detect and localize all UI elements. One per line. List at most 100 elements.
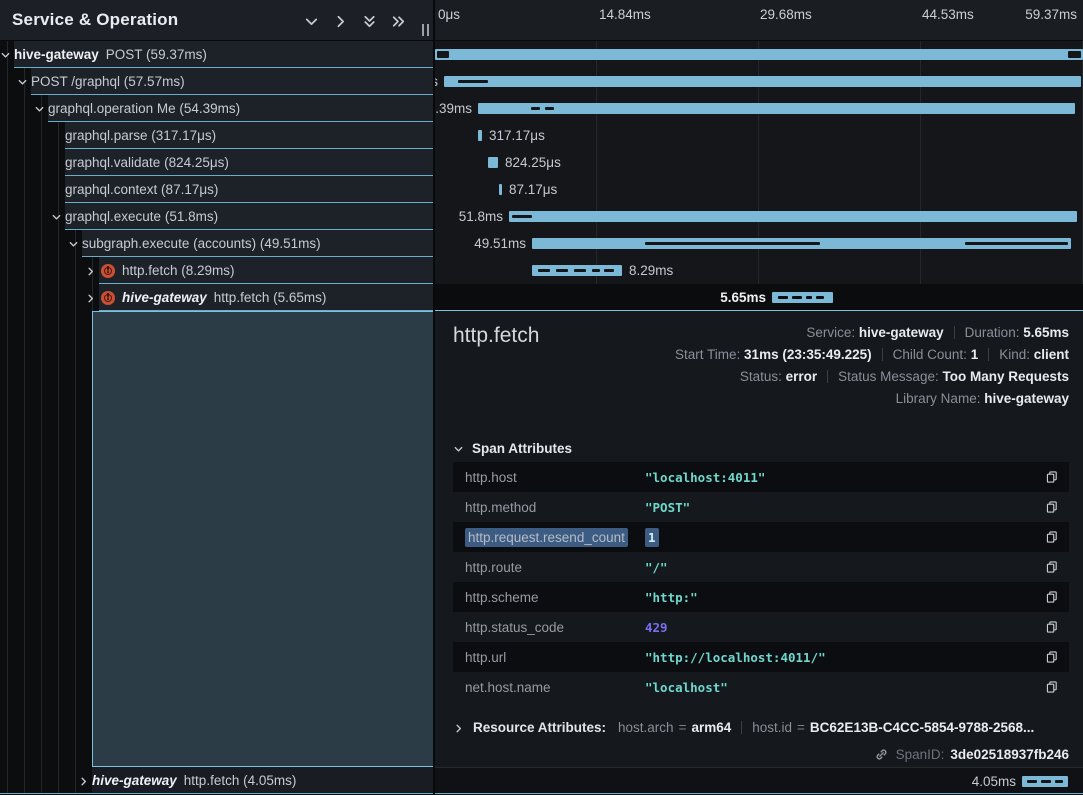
span-bar[interactable] (435, 49, 1083, 60)
bar-self-time-segment (1027, 780, 1037, 783)
span-detail-panel: http.fetch Service: hive-gatewayDuration… (435, 311, 1083, 767)
copy-icon[interactable] (1039, 676, 1065, 698)
timeline-row[interactable]: 49.51ms (435, 230, 1083, 257)
link-icon[interactable] (874, 747, 889, 762)
span-meta: Service: hive-gatewayDuration: 5.65msSta… (675, 322, 1069, 410)
tree-row-content: hive-gatewayhttp.fetch (5.65ms) (99, 284, 326, 311)
tree-row[interactable]: POST /graphql (57.57ms) (0, 68, 433, 95)
span-bar[interactable] (772, 292, 833, 303)
chevron-down-icon[interactable] (68, 238, 79, 249)
attribute-value: "/" (645, 560, 1039, 575)
span-bar[interactable] (532, 238, 1071, 249)
copy-icon[interactable] (1039, 526, 1065, 548)
bar-duration-label: 4.05ms (972, 768, 1016, 795)
chevron-right-icon[interactable] (85, 292, 96, 303)
span-bar[interactable] (532, 265, 622, 276)
timeline-row[interactable]: 5.65ms (435, 284, 1083, 311)
panel-resize-handle[interactable] (421, 24, 430, 38)
copy-icon[interactable] (1039, 646, 1065, 668)
tree-row-content: graphql.parse (317.17μs) (65, 122, 216, 149)
chevron-down-icon[interactable] (34, 103, 45, 114)
tree-row[interactable]: graphql.operation Me (54.39ms) (0, 95, 433, 122)
meta-value: 31ms (23:35:49.225) (744, 347, 872, 362)
attribute-value: "POST" (645, 500, 1039, 515)
timeline-row[interactable]: 51.8ms (435, 203, 1083, 230)
copy-icon[interactable] (1039, 586, 1065, 608)
resource-divider (741, 721, 742, 734)
selected-span-expanded-region (0, 311, 433, 767)
bar-self-time-segment (604, 269, 614, 272)
span-id-label: SpanID: (896, 747, 945, 762)
copy-icon[interactable] (1039, 616, 1065, 638)
tree-row[interactable]: graphql.validate (824.25μs) (0, 149, 433, 176)
timeline-row[interactable]: 8.29ms (435, 257, 1083, 284)
collapse-all-icon[interactable] (361, 13, 378, 30)
timeline-row[interactable]: 317.17μs (435, 122, 1083, 149)
timeline-row[interactable]: 54.39ms (435, 95, 1083, 122)
tree-indent-gutter (0, 149, 65, 176)
chevron-right-icon[interactable] (85, 265, 96, 276)
bar-duration-label: 5.65ms (720, 284, 766, 311)
chevron-down-icon[interactable] (51, 211, 62, 222)
tree-indent-gutter (0, 311, 92, 767)
span-bar[interactable] (509, 211, 1077, 222)
tree-row[interactable]: hive-gatewayPOST (59.37ms) (0, 41, 433, 68)
tree-row-bottom[interactable]: hive-gatewayhttp.fetch (4.05ms) (0, 767, 433, 794)
meta-value: client (1034, 347, 1069, 362)
span-bar[interactable] (1022, 776, 1068, 787)
attribute-key: http.url (453, 650, 645, 665)
timeline-row[interactable]: 824.25μs (435, 149, 1083, 176)
span-bar[interactable] (444, 76, 1081, 87)
copy-icon[interactable] (1039, 556, 1065, 578)
span-bar[interactable] (478, 103, 1075, 114)
bar-duration-label: 51.8ms (459, 203, 503, 230)
expand-all-icon[interactable] (390, 13, 407, 30)
tree-row[interactable]: subgraph.execute (accounts) (49.51ms) (0, 230, 433, 257)
attribute-value: "http:" (645, 590, 1039, 605)
span-operation-label: subgraph.execute (accounts) (49.51ms) (82, 236, 321, 251)
tree-header: Service & Operation (0, 0, 433, 41)
attribute-row: http.request.resend_count1 (453, 522, 1069, 552)
span-bar[interactable] (488, 157, 498, 168)
attribute-key: http.route (453, 560, 645, 575)
timeline-row[interactable] (435, 41, 1083, 68)
tree-row[interactable]: hive-gatewayhttp.fetch (5.65ms) (0, 284, 433, 311)
chevron-right-icon[interactable] (332, 13, 349, 30)
span-meta-line: Library Name: hive-gateway (675, 388, 1069, 410)
chevron-down-icon[interactable] (17, 76, 28, 87)
span-bar[interactable] (478, 130, 482, 141)
copy-icon[interactable] (1039, 496, 1065, 518)
span-service-name: hive-gateway (122, 290, 207, 305)
trace-viewer: Service & Operation hive-gatewayPOST (59… (0, 0, 1083, 795)
attribute-value: 1 (645, 530, 1039, 545)
timeline-row-bottom[interactable]: 4.05ms (435, 767, 1083, 794)
timeline-panel: 0μs14.84ms29.68ms44.53ms59.37ms 57.57ms5… (435, 0, 1083, 795)
error-icon (101, 291, 115, 305)
tree-row[interactable]: graphql.context (87.17μs) (0, 176, 433, 203)
span-operation-label: graphql.execute (51.8ms) (65, 209, 218, 224)
span-attributes-header[interactable]: Span Attributes (453, 441, 572, 456)
attribute-row: http.scheme"http:" (453, 582, 1069, 612)
timeline-tick: 0μs (438, 7, 460, 22)
tree-row[interactable]: graphql.execute (51.8ms) (0, 203, 433, 230)
timeline-tick: 14.84ms (599, 7, 651, 22)
tree-row-content: hive-gatewayhttp.fetch (4.05ms) (92, 767, 296, 793)
span-bar[interactable] (499, 184, 502, 195)
timeline-row[interactable]: 87.17μs (435, 176, 1083, 203)
chevron-down-icon[interactable] (303, 13, 320, 30)
span-id-value: 3de02518937fb246 (950, 747, 1069, 762)
tree-row[interactable]: http.fetch (8.29ms) (0, 257, 433, 284)
tree-row[interactable]: graphql.parse (317.17μs) (0, 122, 433, 149)
meta-label: Child Count: (893, 347, 971, 362)
copy-icon[interactable] (1039, 466, 1065, 488)
bar-self-time-segment (816, 296, 824, 299)
attribute-row: http.host"localhost:4011" (453, 462, 1069, 492)
meta-value: hive-gateway (984, 391, 1069, 406)
span-service-name: hive-gateway (92, 773, 177, 788)
resource-attributes-row[interactable]: Resource Attributes: host.arch=arm64host… (453, 713, 1069, 741)
chevron-down-icon[interactable] (0, 49, 11, 60)
resource-key: host.id (752, 720, 792, 735)
chevron-right-icon[interactable] (78, 775, 89, 786)
timeline-row[interactable]: 57.57ms (435, 68, 1083, 95)
tree-indent-gutter (0, 176, 65, 203)
